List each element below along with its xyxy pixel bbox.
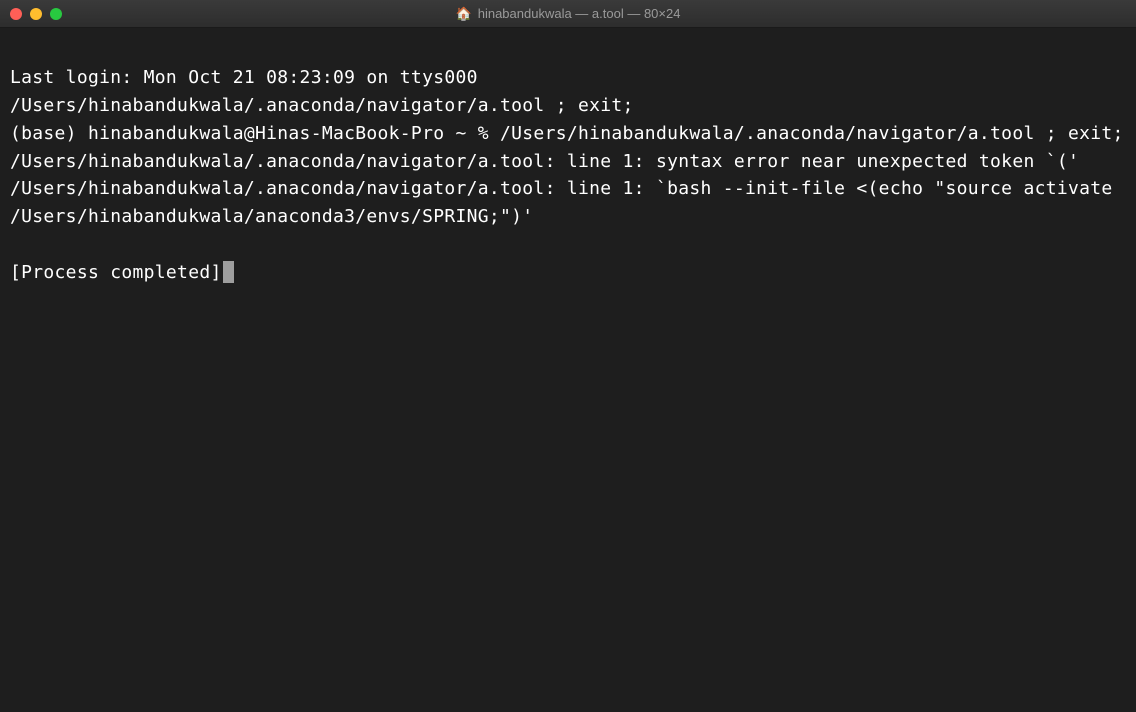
cursor-icon bbox=[223, 261, 234, 283]
terminal-line: /Users/hinabandukwala/.anaconda/navigato… bbox=[10, 148, 1126, 176]
terminal-line: [Process completed] bbox=[10, 262, 222, 283]
terminal-output[interactable]: Last login: Mon Oct 21 08:23:09 on ttys0… bbox=[0, 28, 1136, 712]
terminal-line: /Users/hinabandukwala/.anaconda/navigato… bbox=[10, 175, 1126, 231]
maximize-button[interactable] bbox=[50, 8, 62, 20]
blank-line bbox=[10, 231, 1126, 259]
home-icon: 🏠 bbox=[456, 6, 472, 22]
window-title: hinabandukwala — a.tool — 80×24 bbox=[478, 6, 681, 21]
terminal-line: Last login: Mon Oct 21 08:23:09 on ttys0… bbox=[10, 64, 1126, 92]
minimize-button[interactable] bbox=[30, 8, 42, 20]
window-title-container: 🏠 hinabandukwala — a.tool — 80×24 bbox=[456, 6, 681, 22]
close-button[interactable] bbox=[10, 8, 22, 20]
terminal-line: /Users/hinabandukwala/.anaconda/navigato… bbox=[10, 92, 1126, 120]
traffic-lights bbox=[10, 8, 62, 20]
terminal-line: (base) hinabandukwala@Hinas-MacBook-Pro … bbox=[10, 120, 1126, 148]
window-titlebar: 🏠 hinabandukwala — a.tool — 80×24 bbox=[0, 0, 1136, 28]
